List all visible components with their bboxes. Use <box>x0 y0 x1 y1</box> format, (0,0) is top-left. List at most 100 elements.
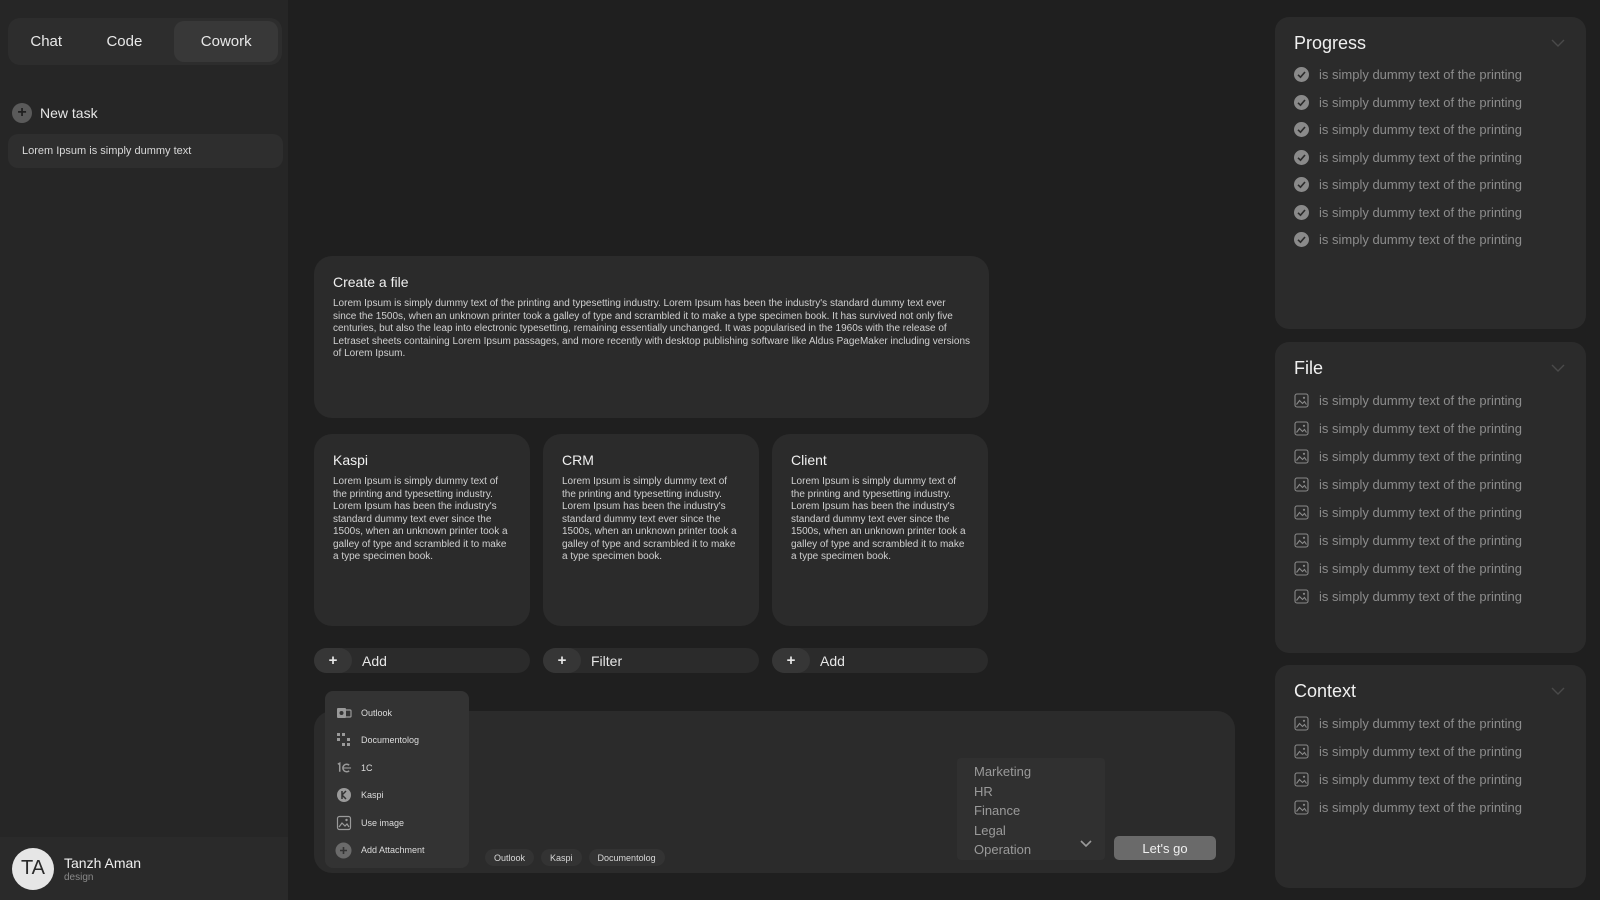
context-item[interactable]: is simply dummy text of the printing <box>1294 737 1566 765</box>
progress-item[interactable]: is simply dummy text of the printing <box>1294 171 1566 199</box>
attach-item-add-attachment[interactable]: Add Attachment <box>325 837 469 865</box>
avatar: TA <box>12 847 54 890</box>
image-icon <box>1294 448 1309 464</box>
progress-item[interactable]: is simply dummy text of the printing <box>1294 144 1566 172</box>
dept-option-finance[interactable]: Finance <box>974 801 1105 821</box>
chevron-down-icon[interactable] <box>1550 683 1566 701</box>
dept-option-marketing[interactable]: Marketing <box>974 762 1105 782</box>
file-item[interactable]: is simply dummy text of the printing <box>1294 470 1566 498</box>
chip-outlook[interactable]: Outlook <box>485 849 535 866</box>
item-label: is simply dummy text of the printing <box>1319 122 1523 138</box>
progress-panel: Progress is simply dummy text of the pri… <box>1275 17 1586 329</box>
item-label: is simply dummy text of the printing <box>1319 532 1523 548</box>
image-icon <box>1294 771 1309 787</box>
create-file-card[interactable]: Create a file Lorem Ipsum is simply dumm… <box>314 256 989 418</box>
kaspi-add-button[interactable]: + Add <box>314 648 530 673</box>
panel-title: Progress <box>1294 33 1367 53</box>
file-item[interactable]: is simply dummy text of the printing <box>1294 554 1566 582</box>
card-title: Client <box>791 452 827 468</box>
tab-chat[interactable]: Chat <box>12 21 80 62</box>
attach-item-label: Use image <box>361 817 405 828</box>
user-profile[interactable]: TA Tanzh Aman design <box>0 837 288 900</box>
item-label: is simply dummy text of the printing <box>1319 149 1523 165</box>
item-label: is simply dummy text of the printing <box>1319 715 1523 731</box>
image-icon <box>1294 715 1309 731</box>
image-icon <box>1294 799 1309 815</box>
panel-header[interactable]: File <box>1294 356 1566 381</box>
file-panel: File is simply dummy text of the printin… <box>1275 342 1586 653</box>
file-item[interactable]: is simply dummy text of the printing <box>1294 386 1566 414</box>
chip-documentolog[interactable]: Documentolog <box>588 849 665 866</box>
progress-item[interactable]: is simply dummy text of the printing <box>1294 89 1566 117</box>
item-label: is simply dummy text of the printing <box>1319 204 1523 220</box>
1c-icon <box>335 759 352 776</box>
progress-item[interactable]: is simply dummy text of the printing <box>1294 116 1566 144</box>
plus-icon: + <box>543 648 581 673</box>
progress-item[interactable]: is simply dummy text of the printing <box>1294 199 1566 227</box>
item-label: is simply dummy text of the printing <box>1319 476 1523 492</box>
progress-item[interactable]: is simply dummy text of the printing <box>1294 61 1566 89</box>
lets-go-button[interactable]: Let's go <box>1114 836 1216 860</box>
user-role: design <box>64 871 94 883</box>
context-panel: Context is simply dummy text of the prin… <box>1275 665 1586 888</box>
action-label: Add <box>362 652 387 669</box>
attach-item-label: Add Attachment <box>361 845 425 856</box>
item-label: is simply dummy text of the printing <box>1319 504 1523 520</box>
attach-item-label: 1C <box>361 762 373 773</box>
task-list-item[interactable]: Lorem Ipsum is simply dummy text <box>8 134 283 168</box>
kaspi-card[interactable]: Kaspi Lorem Ipsum is simply dummy text o… <box>314 434 530 626</box>
image-icon <box>1294 560 1309 576</box>
dept-option-hr[interactable]: HR <box>974 782 1105 802</box>
chevron-down-icon[interactable] <box>1550 360 1566 378</box>
attach-item-label: Outlook <box>361 707 393 718</box>
file-item[interactable]: is simply dummy text of the printing <box>1294 498 1566 526</box>
attach-item-label: Kaspi <box>361 790 384 801</box>
panel-header[interactable]: Context <box>1294 679 1566 704</box>
item-label: is simply dummy text of the printing <box>1319 94 1523 110</box>
image-icon <box>1294 476 1309 492</box>
file-item[interactable]: is simply dummy text of the printing <box>1294 526 1566 554</box>
item-label: is simply dummy text of the printing <box>1319 560 1523 576</box>
panel-title: File <box>1294 358 1324 378</box>
context-item[interactable]: is simply dummy text of the printing <box>1294 709 1566 737</box>
image-icon <box>1294 588 1309 604</box>
department-select[interactable]: Marketing HR Finance Legal Operation <box>957 758 1105 860</box>
attach-item-label: Documentolog <box>361 735 420 746</box>
attachment-chips: Outlook Kaspi Documentolog <box>485 849 665 866</box>
attach-item-outlook[interactable]: Outlook <box>325 699 469 727</box>
attach-item-kaspi[interactable]: Kaspi <box>325 782 469 810</box>
crm-card[interactable]: CRM Lorem Ipsum is simply dummy text of … <box>543 434 759 626</box>
tab-cowork[interactable]: Cowork <box>174 21 278 62</box>
attach-item-documentolog[interactable]: Documentolog <box>325 727 469 755</box>
crm-filter-button[interactable]: + Filter <box>543 648 759 673</box>
file-item[interactable]: is simply dummy text of the printing <box>1294 414 1566 442</box>
tab-code[interactable]: Code <box>80 21 168 62</box>
chip-kaspi[interactable]: Kaspi <box>541 849 582 866</box>
card-title: Kaspi <box>333 452 369 468</box>
image-icon <box>335 814 352 831</box>
item-label: is simply dummy text of the printing <box>1319 448 1523 464</box>
context-item[interactable]: is simply dummy text of the printing <box>1294 793 1566 821</box>
card-body: Lorem Ipsum is simply dummy text of the … <box>333 298 971 359</box>
plus-circle-icon: + <box>12 103 32 123</box>
item-label: is simply dummy text of the printing <box>1319 771 1523 787</box>
new-task-button[interactable]: + New task <box>12 102 98 124</box>
plus-icon: + <box>772 648 810 673</box>
check-circle-icon <box>1294 177 1309 193</box>
file-item[interactable]: is simply dummy text of the printing <box>1294 442 1566 470</box>
image-icon <box>1294 392 1309 408</box>
attach-item-1c[interactable]: 1C <box>325 754 469 782</box>
chevron-down-icon[interactable] <box>1079 836 1093 854</box>
chevron-down-icon[interactable] <box>1550 35 1566 53</box>
client-add-button[interactable]: + Add <box>772 648 988 673</box>
attachment-menu: Outlook Documentolog 1C Kaspi Use image … <box>325 691 469 868</box>
plus-icon <box>335 842 352 859</box>
context-item[interactable]: is simply dummy text of the printing <box>1294 765 1566 793</box>
attach-item-use-image[interactable]: Use image <box>325 809 469 837</box>
client-card[interactable]: Client Lorem Ipsum is simply dummy text … <box>772 434 988 626</box>
progress-item[interactable]: is simply dummy text of the printing <box>1294 226 1566 254</box>
progress-list: is simply dummy text of the printing is s… <box>1294 61 1566 254</box>
file-item[interactable]: is simply dummy text of the printing <box>1294 582 1566 610</box>
panel-header[interactable]: Progress <box>1294 31 1566 56</box>
item-label: is simply dummy text of the printing <box>1319 420 1523 436</box>
